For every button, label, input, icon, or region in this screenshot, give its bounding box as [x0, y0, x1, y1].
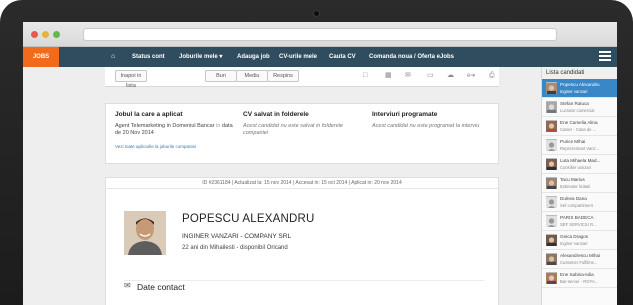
candidate-name: Purice Mihai [560, 139, 586, 144]
nav-status-cont[interactable]: Status cont [132, 47, 165, 67]
candidate-details: 22 ani din Mihailesti - disponibil Orica… [182, 245, 288, 251]
candidate-list-item[interactable]: Geica Dragos Inginer vanzari [542, 231, 617, 250]
candidate-thumb [546, 272, 557, 284]
candidate-role: Estimator licitatii [560, 184, 591, 189]
close-window-icon[interactable] [31, 31, 38, 38]
candidate-thumb [546, 139, 557, 151]
cv-saved-section: CV salvat in folderele Acest candidat nu… [243, 111, 361, 137]
candidate-thumb [546, 215, 557, 227]
nav-comanda-noua[interactable]: Comanda noua / Oferta eJobs [369, 47, 454, 67]
person-photo-icon [124, 211, 166, 255]
candidate-name: Ene Sabina-Iulia [560, 272, 594, 277]
candidate-thumb [546, 82, 557, 94]
logo-text: JOBS [32, 54, 50, 60]
candidate-name: Ene Camelia Alina [560, 120, 598, 125]
candidate-name: Alexandrescu Mihai [560, 253, 601, 258]
interviews-section: Interviuri programate Acest candidat nu … [372, 111, 496, 130]
candidate-role: Inginer vanzari [560, 241, 588, 246]
nav-joburile-mele[interactable]: Joburile mele ▾ [179, 47, 222, 67]
print-icon[interactable]: ⎙ [489, 72, 498, 80]
candidate-role: Sef compartiment [560, 203, 593, 208]
candidate-role: Lucrator comercial [560, 108, 595, 113]
candidate-role: Reprezentant Vanz... [560, 146, 600, 151]
candidate-name: Popescu Alexandru [560, 82, 600, 87]
interviews-text: Acest candidat nu este programat la inte… [372, 123, 480, 129]
forward-icon[interactable]: e➔ [467, 72, 476, 80]
candidate-list-item[interactable]: Popescu Alexandru Inginer vanzari [542, 79, 617, 98]
candidate-role: Customer Fulfilme... [560, 260, 598, 265]
candidate-thumb [546, 234, 557, 246]
mail-icon[interactable]: ✉ [405, 72, 414, 80]
candidate-thumb [546, 177, 557, 189]
rate-mediu-button[interactable]: Mediu [236, 70, 268, 82]
nav-cv-urile-mele[interactable]: CV-urile mele [279, 47, 317, 67]
candidate-role: Bar-server - ROYA... [560, 279, 599, 284]
candidate-list-item[interactable]: PARIS BADECA SEF SERVICIU R... [542, 212, 617, 231]
candidate-name: Tacu Marius [560, 177, 585, 182]
candidate-list-item[interactable]: Stefan Raluca Lucrator comercial [542, 98, 617, 117]
cv-saved-title: CV salvat in folderele [243, 111, 309, 118]
candidate-role: Inginer vanzari [560, 89, 588, 94]
interviews-title: Interviuri programate [372, 111, 438, 118]
job-applied-section: Jobul la care a aplicat Agent Telemarket… [115, 111, 237, 149]
candidate-list-item[interactable]: Purice Mihai Reprezentant Vanz... [542, 136, 617, 155]
candidate-list-title: Lista candidati [542, 67, 617, 79]
contact-title: Date contact [137, 282, 185, 292]
candidate-name: Geica Dragos [560, 234, 589, 239]
nav-adauga-job[interactable]: Adauga job [237, 47, 270, 67]
nav-cauta-cv[interactable]: Cauta CV [329, 47, 356, 67]
job-applied-title: Jobul la care a aplicat [115, 111, 183, 118]
candidate-thumb [546, 101, 557, 113]
candidate-list-item[interactable]: Alexandrescu Mihai Customer Fulfilme... [542, 250, 617, 269]
candidate-list-item[interactable]: Tacu Marius Estimator licitatii [542, 174, 617, 193]
left-background [23, 67, 105, 305]
candidate-list-item[interactable]: Dulnea Dana Sef compartiment [542, 193, 617, 212]
cloud-download-icon[interactable]: ☁ [447, 72, 456, 80]
candidate-thumb [546, 120, 557, 132]
cv-saved-text: Acest candidat nu este salvat in foldere… [243, 123, 343, 136]
comment-icon[interactable]: □ [363, 72, 372, 80]
view-all-applications-link[interactable]: Vezi toate aplicarile la joburile compan… [115, 144, 237, 149]
folder-icon[interactable]: ▭ [427, 72, 436, 80]
screen: JOBS ⌂ Status cont Joburile mele ▾ Adaug… [23, 22, 617, 305]
application-info-card: Jobul la care a aplicat Agent Telemarket… [105, 103, 499, 164]
candidate-profile-card: ID #2361184 | Actualizat la: 15 nov 2014… [105, 177, 499, 305]
address-bar[interactable] [83, 28, 557, 41]
camera-icon [313, 10, 320, 17]
candidate-list-item[interactable]: Luta Mihaela Mad... Consilier vanzari [542, 155, 617, 174]
candidate-thumb [546, 196, 557, 208]
candidate-thumb [546, 158, 557, 170]
candidate-position: INGINER VANZARI - COMPANY SRL [182, 233, 292, 240]
rate-bun-button[interactable]: Bun [205, 70, 237, 82]
candidate-thumb [546, 253, 557, 265]
candidate-avatar [124, 211, 166, 255]
candidate-name: Luta Mihaela Mad... [560, 158, 601, 163]
candidate-name: POPESCU ALEXANDRU [182, 213, 315, 225]
candidate-role: Consilier vanzari [560, 165, 591, 170]
candidate-list-item[interactable]: Ene Sabina-Iulia Bar-server - ROYA... [542, 269, 617, 288]
minimize-window-icon[interactable] [42, 31, 49, 38]
envelope-icon: ✉ [124, 281, 131, 290]
candidate-name: Dulnea Dana [560, 196, 587, 201]
top-navigation: JOBS ⌂ Status cont Joburile mele ▾ Adaug… [23, 47, 617, 67]
candidate-meta: ID #2361184 | Actualizat la: 15 nov 2014… [106, 178, 498, 189]
divider [124, 280, 484, 281]
candidate-list-item[interactable]: Ene Camelia Alina Casier - Casa de ... [542, 117, 617, 136]
candidate-list: Lista candidati Popescu Alexandru Ingine… [541, 67, 617, 305]
candidate-role: SEF SERVICIU R... [560, 222, 597, 227]
menu-icon[interactable] [599, 51, 611, 63]
calendar-icon[interactable]: ▦ [385, 72, 394, 80]
back-to-list-button[interactable]: Inapoi in lista [115, 70, 147, 89]
job-applied-text: Agent Telemarketing in Domeniul Bancar [115, 123, 215, 129]
ejobs-logo[interactable]: JOBS [23, 47, 59, 67]
maximize-window-icon[interactable] [53, 31, 60, 38]
rate-respins-button[interactable]: Respins [267, 70, 299, 82]
candidate-role: Casier - Casa de ... [560, 127, 597, 132]
home-icon[interactable]: ⌂ [111, 47, 115, 67]
candidate-name: Stefan Raluca [560, 101, 589, 106]
job-applied-in: in [216, 123, 221, 129]
candidate-toolbar: Inapoi in lista Bun Mediu Respins □ ▦ ✉ … [105, 67, 499, 89]
candidate-name: PARIS BADECA [560, 215, 594, 220]
browser-bar [23, 22, 617, 47]
